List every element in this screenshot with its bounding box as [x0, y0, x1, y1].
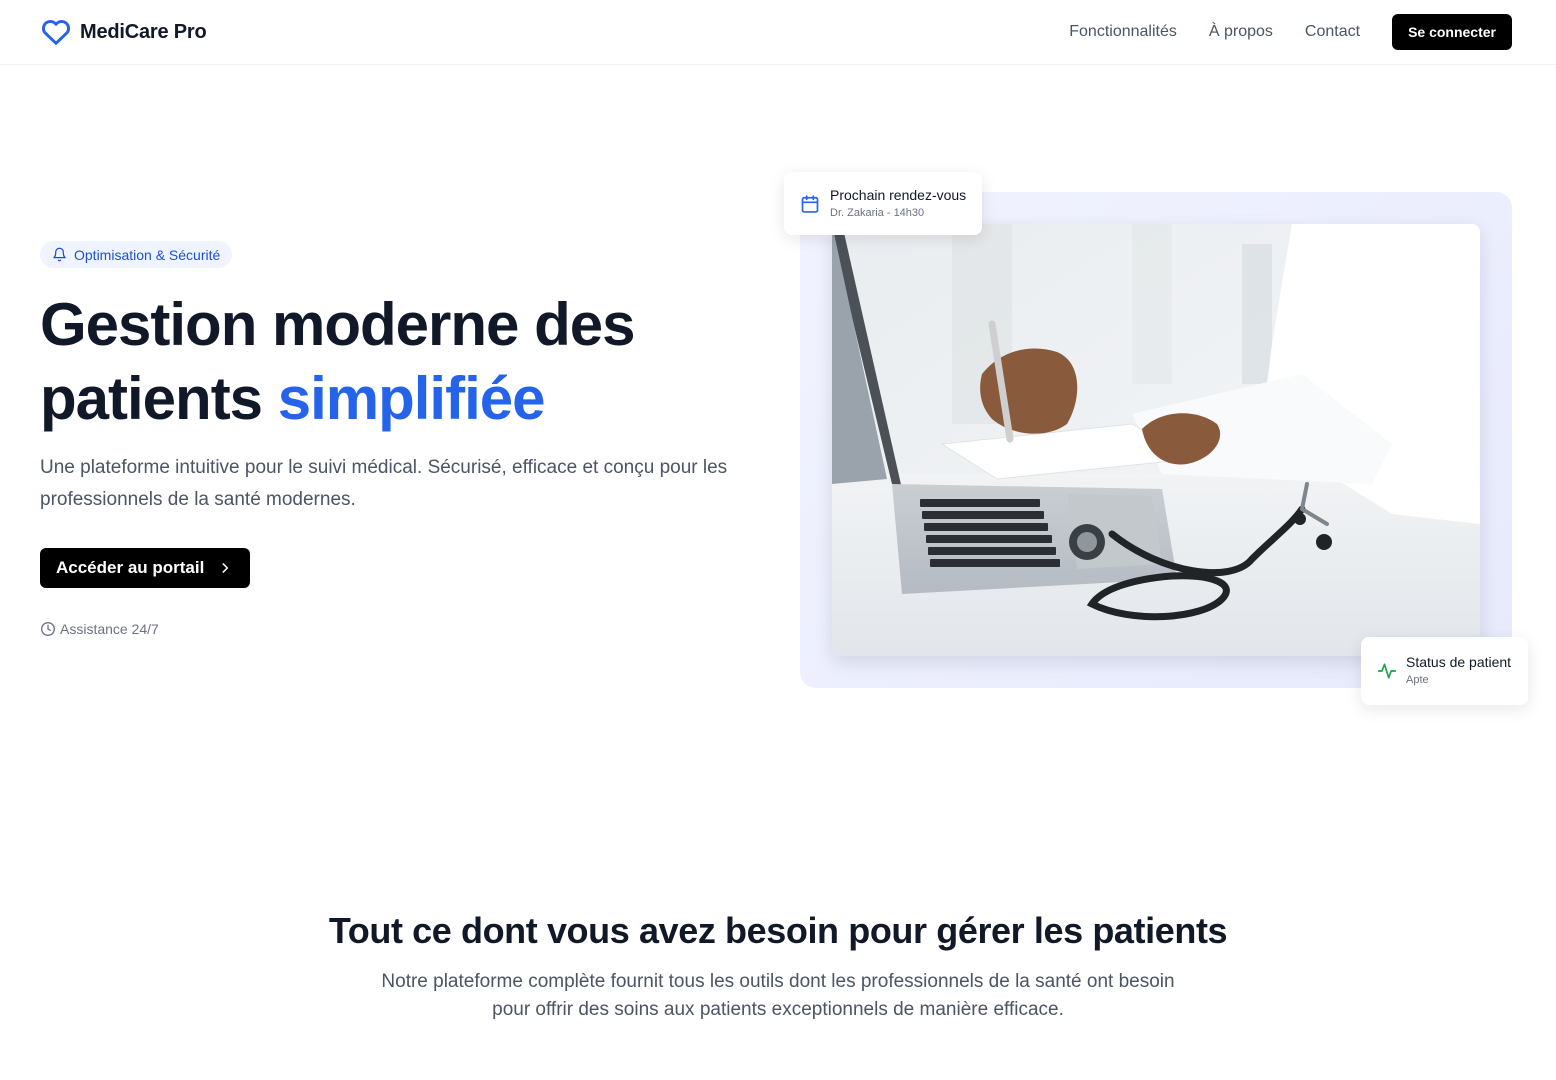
- bell-icon: [53, 247, 66, 262]
- appointment-detail: Dr. Zakaria - 14h30: [830, 206, 925, 219]
- badge-label: Optimisation & Sécurité: [74, 246, 221, 263]
- feature-badge: Optimisation & Sécurité: [40, 241, 233, 268]
- hero-subtitle: Une plateforme intuitive pour le suivi m…: [40, 457, 728, 510]
- access-portal-label: Accéder au portail: [56, 558, 205, 577]
- heart-icon: [41, 19, 71, 45]
- features-subtitle: Notre plateforme complète fournit tous l…: [381, 971, 1175, 1020]
- status-text: Status de patient Apte: [1406, 653, 1511, 689]
- next-appointment-card: Prochain rendez-vous Dr. Zakaria - 14h30: [784, 172, 982, 235]
- hero-title-line1: Gestion moderne des: [40, 291, 635, 358]
- login-button[interactable]: Se connecter: [1392, 14, 1512, 50]
- patient-status-card: Status de patient Apte: [1361, 637, 1528, 705]
- nav-link-about[interactable]: À propos: [1209, 14, 1273, 50]
- calendar-icon: [801, 194, 819, 213]
- doctor-laptop-illustration: [832, 224, 1480, 656]
- features-title: Tout ce dont vous avez besoin pour gérer…: [328, 910, 1228, 951]
- assistance-label: Assistance 24/7: [60, 621, 159, 637]
- hero-title-accent: simplifiée: [277, 365, 546, 432]
- top-navbar: MediCare Pro Fonctionnalités À propos Co…: [0, 0, 1556, 65]
- chevron-right-icon: [222, 563, 229, 573]
- nav-link-contact[interactable]: Contact: [1305, 14, 1360, 50]
- brand-name: MediCare Pro: [80, 20, 207, 43]
- appointment-text: Prochain rendez-vous Dr. Zakaria - 14h30: [830, 186, 966, 222]
- activity-icon: [1377, 663, 1397, 679]
- hero-photo-doctor-laptop: [832, 224, 1480, 656]
- nav-links: Fonctionnalités À propos Contact Se conn…: [1069, 14, 1512, 50]
- hero-title-line2: patients: [40, 365, 278, 432]
- brand-logo[interactable]: MediCare Pro: [40, 16, 207, 48]
- status-title: Status de patient: [1406, 654, 1512, 670]
- appointment-title: Prochain rendez-vous: [830, 186, 967, 203]
- status-value: Apte: [1406, 674, 1429, 686]
- nav-link-features[interactable]: Fonctionnalités: [1069, 14, 1177, 50]
- access-portal-button[interactable]: Accéder au portail: [40, 548, 250, 588]
- clock-icon: [41, 622, 55, 636]
- assistance-info: Assistance 24/7: [40, 621, 159, 637]
- hero-title: Gestion moderne des patients simplifiée: [40, 288, 760, 436]
